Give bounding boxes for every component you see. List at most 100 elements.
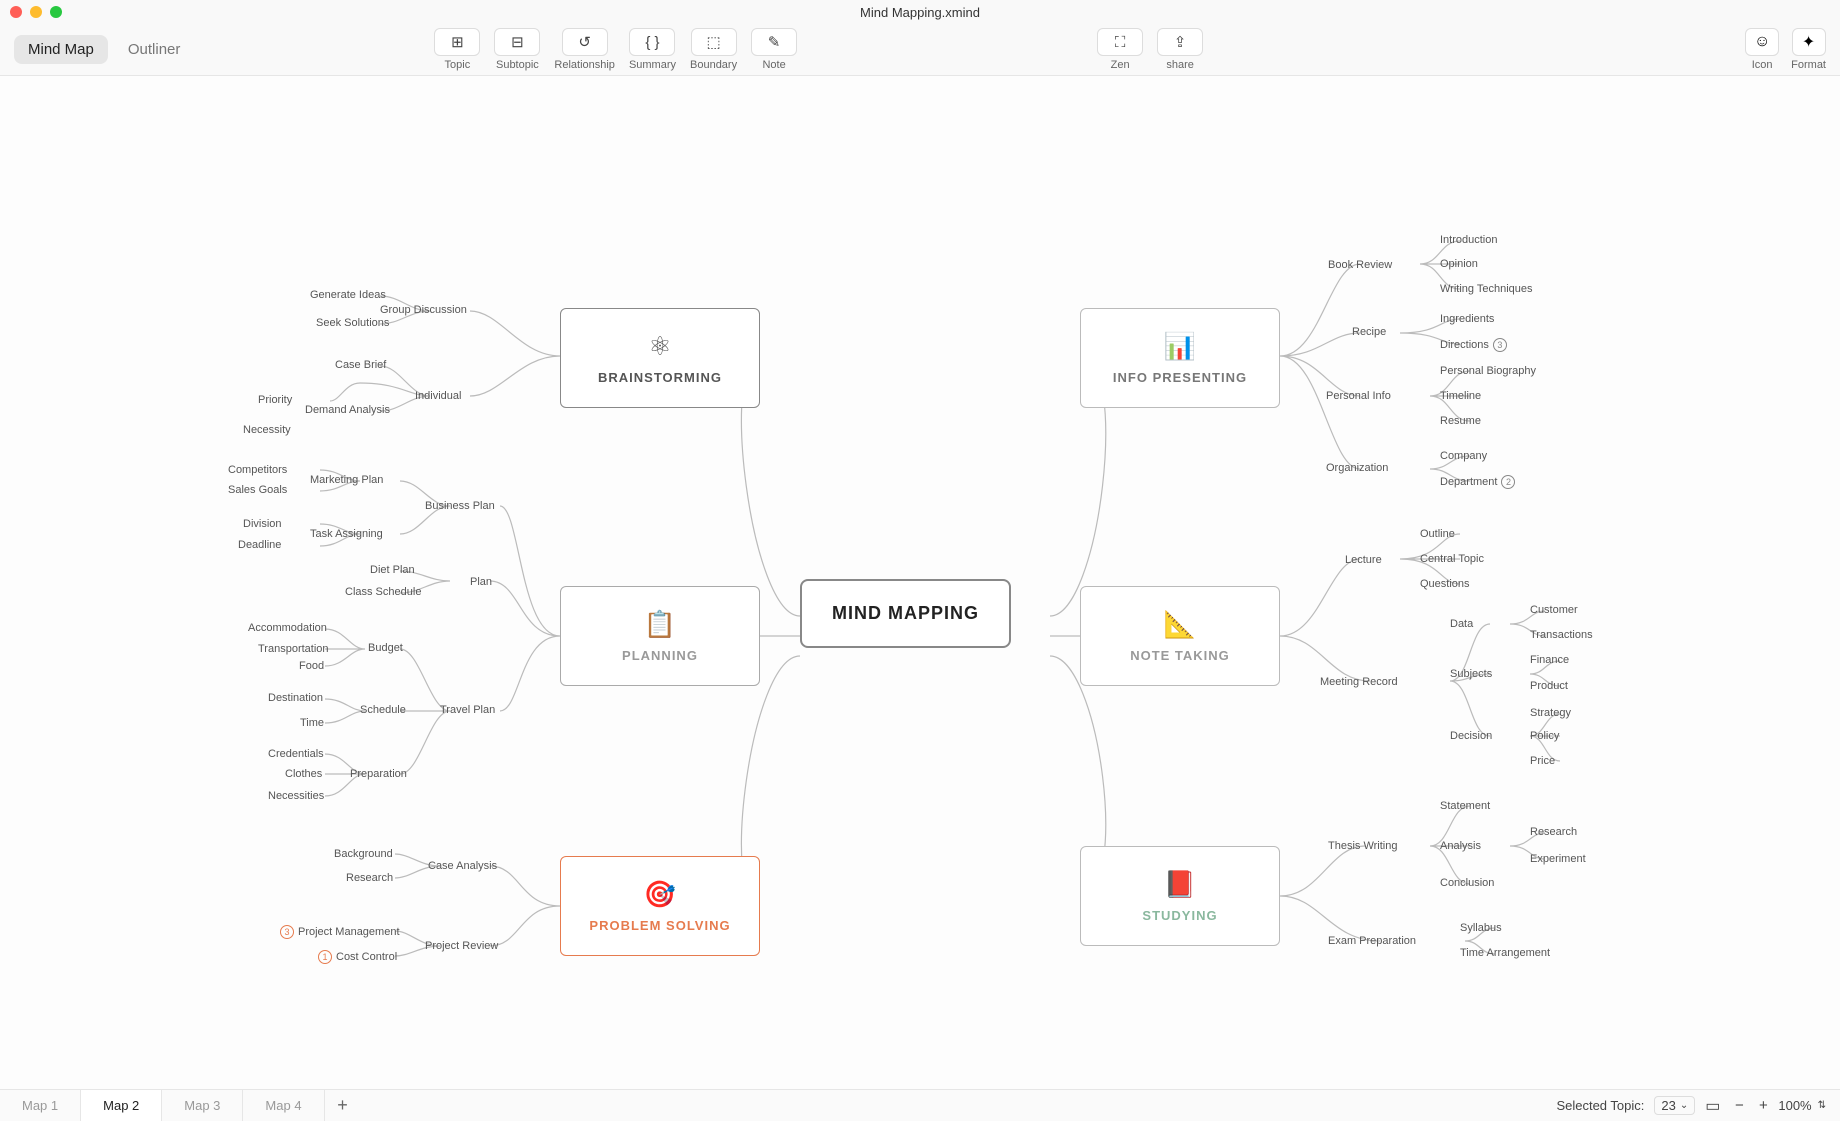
node-case-analysis[interactable]: Case Analysis xyxy=(428,860,497,872)
zen-button[interactable]: ⛶Zen xyxy=(1097,28,1143,71)
node-subjects[interactable]: Subjects xyxy=(1450,668,1492,680)
node-destination[interactable]: Destination xyxy=(268,692,323,704)
canvas[interactable]: MIND MAPPING ⚛ BRAINSTORMING Group Discu… xyxy=(0,76,1840,1089)
node-division[interactable]: Division xyxy=(243,518,282,530)
node-seek-solutions[interactable]: Seek Solutions xyxy=(316,317,389,329)
note-button[interactable]: ✎Note xyxy=(751,28,797,71)
node-food[interactable]: Food xyxy=(299,660,324,672)
node-plan[interactable]: Plan xyxy=(470,576,492,588)
sheet-tab-2[interactable]: Map 2 xyxy=(81,1090,162,1121)
selected-count-dropdown[interactable]: 23⌄ xyxy=(1654,1096,1695,1115)
node-analysis[interactable]: Analysis xyxy=(1440,840,1481,852)
node-lecture[interactable]: Lecture xyxy=(1345,554,1382,566)
node-competitors[interactable]: Competitors xyxy=(228,464,287,476)
zoom-stepper-icon[interactable]: ⇅ xyxy=(1818,1100,1826,1111)
node-project-management[interactable]: 3Project Management xyxy=(280,925,400,939)
add-sheet-button[interactable]: + xyxy=(325,1090,361,1121)
branch-planning[interactable]: 📋 PLANNING xyxy=(560,586,760,686)
minimize-icon[interactable] xyxy=(30,6,42,18)
node-preparation[interactable]: Preparation xyxy=(350,768,407,780)
topic-button[interactable]: ⊞Topic xyxy=(434,28,480,71)
node-outline[interactable]: Outline xyxy=(1420,528,1455,540)
node-business-plan[interactable]: Business Plan xyxy=(425,500,495,512)
node-sales-goals[interactable]: Sales Goals xyxy=(228,484,287,496)
branch-problem-solving[interactable]: 🎯 PROBLEM SOLVING xyxy=(560,856,760,956)
node-thesis-writing[interactable]: Thesis Writing xyxy=(1328,840,1397,852)
node-generate-ideas[interactable]: Generate Ideas xyxy=(310,289,386,301)
node-questions[interactable]: Questions xyxy=(1420,578,1470,590)
node-time-arrangement[interactable]: Time Arrangement xyxy=(1460,947,1550,959)
node-writing-techniques[interactable]: Writing Techniques xyxy=(1440,283,1533,295)
node-data[interactable]: Data xyxy=(1450,618,1473,630)
share-button[interactable]: ⇪share xyxy=(1157,28,1203,71)
boundary-button[interactable]: ⬚Boundary xyxy=(690,28,737,71)
zoom-in-button[interactable]: + xyxy=(1754,1097,1772,1115)
node-credentials[interactable]: Credentials xyxy=(268,748,324,760)
node-priority[interactable]: Priority xyxy=(258,394,292,406)
node-recipe[interactable]: Recipe xyxy=(1352,326,1386,338)
node-personal-biography[interactable]: Personal Biography xyxy=(1440,365,1536,377)
node-resume[interactable]: Resume xyxy=(1440,415,1481,427)
maximize-icon[interactable] xyxy=(50,6,62,18)
node-directions[interactable]: Directions3 xyxy=(1440,338,1507,352)
sheet-tab-1[interactable]: Map 1 xyxy=(0,1090,81,1121)
node-necessity[interactable]: Necessity xyxy=(243,424,291,436)
node-company[interactable]: Company xyxy=(1440,450,1487,462)
node-decision[interactable]: Decision xyxy=(1450,730,1492,742)
branch-brainstorming[interactable]: ⚛ BRAINSTORMING xyxy=(560,308,760,408)
branch-info-presenting[interactable]: 📊 INFO PRESENTING xyxy=(1080,308,1280,408)
node-book-review[interactable]: Book Review xyxy=(1328,259,1392,271)
branch-note-taking[interactable]: 📐 NOTE TAKING xyxy=(1080,586,1280,686)
node-task-assigning[interactable]: Task Assigning xyxy=(310,528,383,540)
node-time[interactable]: Time xyxy=(300,717,324,729)
icon-panel-button[interactable]: ☺Icon xyxy=(1745,28,1779,71)
node-deadline[interactable]: Deadline xyxy=(238,539,281,551)
node-exam-preparation[interactable]: Exam Preparation xyxy=(1328,935,1416,947)
node-demand-analysis[interactable]: Demand Analysis xyxy=(305,404,390,416)
node-policy[interactable]: Policy xyxy=(1530,730,1559,742)
summary-button[interactable]: { }Summary xyxy=(629,28,676,71)
sheet-tab-3[interactable]: Map 3 xyxy=(162,1090,243,1121)
node-diet-plan[interactable]: Diet Plan xyxy=(370,564,415,576)
close-icon[interactable] xyxy=(10,6,22,18)
central-topic[interactable]: MIND MAPPING xyxy=(800,579,1011,648)
node-customer[interactable]: Customer xyxy=(1530,604,1578,616)
format-panel-button[interactable]: ✦Format xyxy=(1791,28,1826,71)
node-background[interactable]: Background xyxy=(334,848,393,860)
node-syllabus[interactable]: Syllabus xyxy=(1460,922,1502,934)
node-schedule[interactable]: Schedule xyxy=(360,704,406,716)
node-meeting-record[interactable]: Meeting Record xyxy=(1320,676,1398,688)
node-individual[interactable]: Individual xyxy=(415,390,461,402)
tab-mindmap[interactable]: Mind Map xyxy=(14,35,108,64)
node-class-schedule[interactable]: Class Schedule xyxy=(345,586,421,598)
node-personal-info[interactable]: Personal Info xyxy=(1326,390,1391,402)
node-product[interactable]: Product xyxy=(1530,680,1568,692)
node-group-discussion[interactable]: Group Discussion xyxy=(380,304,467,316)
branch-studying[interactable]: 📕 STUDYING xyxy=(1080,846,1280,946)
node-research2[interactable]: Research xyxy=(1530,826,1577,838)
node-travel-plan[interactable]: Travel Plan xyxy=(440,704,495,716)
node-transportation[interactable]: Transportation xyxy=(258,643,329,655)
node-ingredients[interactable]: Ingredients xyxy=(1440,313,1494,325)
node-project-review[interactable]: Project Review xyxy=(425,940,498,952)
node-organization[interactable]: Organization xyxy=(1326,462,1388,474)
node-necessities[interactable]: Necessities xyxy=(268,790,324,802)
map-icon[interactable]: ▭ xyxy=(1705,1096,1720,1116)
node-central-topic[interactable]: Central Topic xyxy=(1420,553,1484,565)
node-clothes[interactable]: Clothes xyxy=(285,768,322,780)
node-research[interactable]: Research xyxy=(346,872,393,884)
node-budget[interactable]: Budget xyxy=(368,642,403,654)
tab-outliner[interactable]: Outliner xyxy=(114,35,195,64)
node-opinion[interactable]: Opinion xyxy=(1440,258,1478,270)
relationship-button[interactable]: ↺Relationship xyxy=(554,28,615,71)
node-strategy[interactable]: Strategy xyxy=(1530,707,1571,719)
subtopic-button[interactable]: ⊟Subtopic xyxy=(494,28,540,71)
node-transactions[interactable]: Transactions xyxy=(1530,629,1593,641)
sheet-tab-4[interactable]: Map 4 xyxy=(243,1090,324,1121)
node-introduction[interactable]: Introduction xyxy=(1440,234,1497,246)
node-accommodation[interactable]: Accommodation xyxy=(248,622,327,634)
node-marketing-plan[interactable]: Marketing Plan xyxy=(310,474,383,486)
node-timeline[interactable]: Timeline xyxy=(1440,390,1481,402)
node-cost-control[interactable]: 1Cost Control xyxy=(318,950,397,964)
node-price[interactable]: Price xyxy=(1530,755,1555,767)
